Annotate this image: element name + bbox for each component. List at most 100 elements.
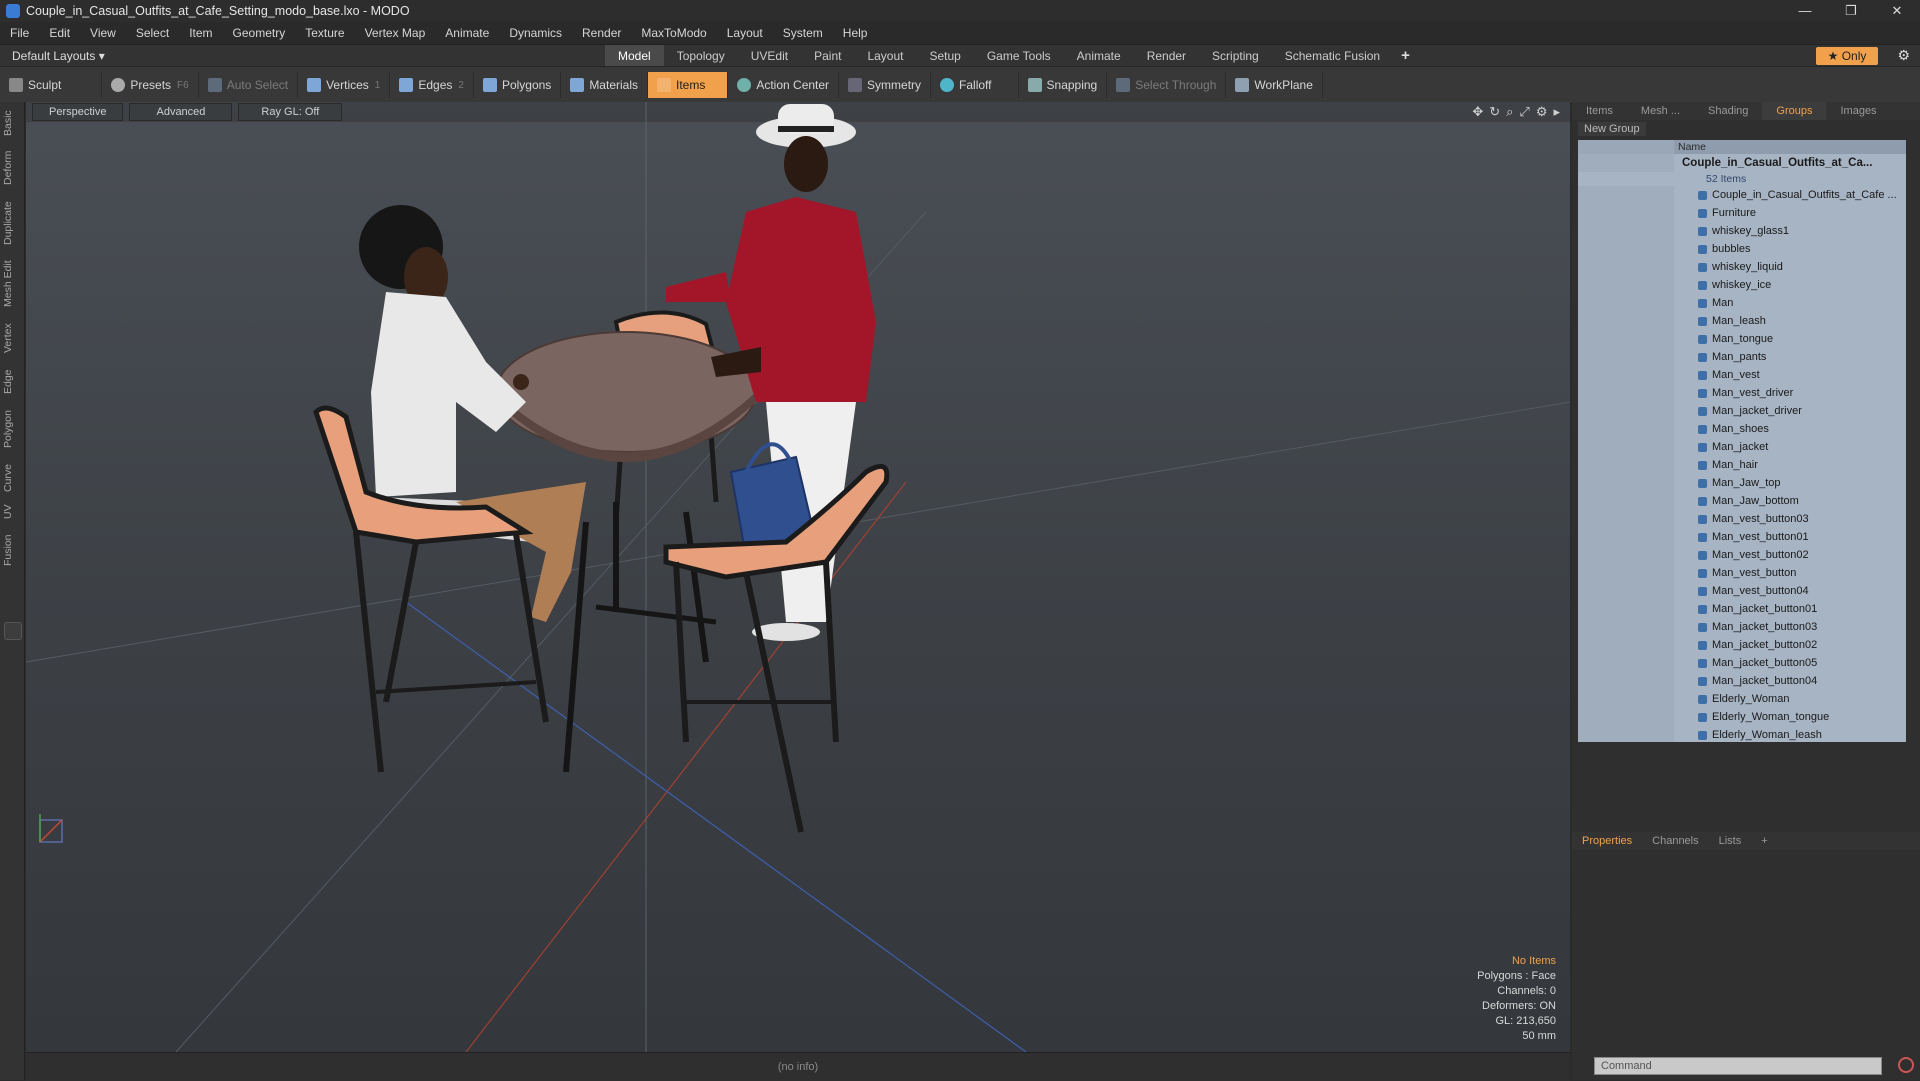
add-panel-tab-button[interactable]: + [1751,832,1777,850]
visibility-toggle[interactable] [1578,402,1674,420]
tree-item-row[interactable]: Couple_in_Casual_Outfits_at_Cafe ... [1578,186,1906,204]
vtab-vertex[interactable]: Vertex [2,318,22,358]
visibility-toggle[interactable] [1578,492,1674,510]
tab-layout[interactable]: Layout [854,45,916,67]
tab-channels[interactable]: Channels [1642,832,1708,850]
visibility-toggle[interactable] [1578,528,1674,546]
vtab-deform[interactable]: Deform [2,148,22,188]
visibility-toggle[interactable] [1578,348,1674,366]
vtab-mesh-edit[interactable]: Mesh Edit [2,258,22,310]
tree-item-row[interactable]: whiskey_glass1 [1578,222,1906,240]
vtab-duplicate[interactable]: Duplicate [2,198,22,248]
tab-topology[interactable]: Topology [664,45,738,67]
visibility-toggle[interactable] [1578,330,1674,348]
visibility-toggle[interactable] [1578,510,1674,528]
tree-item-row[interactable]: Man_Jaw_bottom [1578,492,1906,510]
tree-item-row[interactable]: Man_hair [1578,456,1906,474]
visibility-toggle[interactable] [1578,276,1674,294]
group-row[interactable]: Couple_in_Casual_Outfits_at_Ca... [1578,154,1906,172]
tab-schematic-fusion[interactable]: Schematic Fusion [1272,45,1393,67]
symmetry-button[interactable]: Symmetry [839,72,932,98]
snapping-button[interactable]: Snapping [1019,72,1108,98]
polygons-button[interactable]: Polygons [474,72,562,98]
tree-item-row[interactable]: Man_jacket_button02 [1578,636,1906,654]
visibility-toggle[interactable] [1578,420,1674,438]
tree-item-row[interactable]: Man [1578,294,1906,312]
vtab-basic[interactable]: Basic [2,106,22,140]
tree-item-row[interactable]: Man_shoes [1578,420,1906,438]
visibility-toggle[interactable] [1578,636,1674,654]
tree-item-row[interactable]: Man_leash [1578,312,1906,330]
visibility-toggle[interactable] [1578,366,1674,384]
tree-item-row[interactable]: Man_Jaw_top [1578,474,1906,492]
gear-icon[interactable]: ⚙ [1897,47,1910,64]
select-through-button[interactable]: Select Through [1107,72,1227,98]
tree-item-row[interactable]: Elderly_Woman_tongue [1578,708,1906,726]
tab-animate[interactable]: Animate [1064,45,1134,67]
tree-item-row[interactable]: whiskey_ice [1578,276,1906,294]
tree-item-row[interactable]: Man_vest [1578,366,1906,384]
visibility-toggle[interactable] [1578,564,1674,582]
visibility-toggle[interactable] [1578,438,1674,456]
tree-item-row[interactable]: Man_vest_button04 [1578,582,1906,600]
tree-item-row[interactable]: Man_jacket [1578,438,1906,456]
tree-item-row[interactable]: Furniture [1578,204,1906,222]
menu-vertex-map[interactable]: Vertex Map [355,26,436,40]
auto-select-button[interactable]: Auto Select [199,72,299,98]
tree-item-row[interactable]: Elderly_Woman_leash [1578,726,1906,742]
name-column-header[interactable]: Name [1678,141,1706,153]
materials-button[interactable]: Materials [561,72,648,98]
visibility-toggle[interactable] [1578,690,1674,708]
menu-render[interactable]: Render [572,26,631,40]
tab-paint[interactable]: Paint [801,45,854,67]
minimize-button[interactable]: — [1782,0,1828,22]
visibility-toggle[interactable] [1578,600,1674,618]
tab-model[interactable]: Model [605,45,664,67]
visibility-toggle[interactable] [1578,204,1674,222]
vtab-edge[interactable]: Edge [2,366,22,398]
visibility-toggle[interactable] [1578,294,1674,312]
add-tab-button[interactable]: + [1393,45,1418,67]
tree-item-row[interactable]: bubbles [1578,240,1906,258]
tab-setup[interactable]: Setup [916,45,973,67]
vtab-curve[interactable]: Curve [2,460,22,496]
close-button[interactable]: ✕ [1874,0,1920,22]
visibility-toggle[interactable] [1578,726,1674,742]
visibility-toggle[interactable] [1578,582,1674,600]
menu-system[interactable]: System [773,26,833,40]
eye-icon[interactable] [1578,154,1674,172]
tree-item-row[interactable]: Man_jacket_driver [1578,402,1906,420]
edges-button[interactable]: Edges 2 [390,72,474,98]
menu-texture[interactable]: Texture [295,26,354,40]
visibility-toggle[interactable] [1578,186,1674,204]
tab-render[interactable]: Render [1134,45,1199,67]
vtab-uv[interactable]: UV [2,502,22,522]
tree-item-row[interactable]: Man_vest_button [1578,564,1906,582]
tab-game-tools[interactable]: Game Tools [974,45,1064,67]
menu-select[interactable]: Select [126,26,179,40]
tab-properties[interactable]: Properties [1572,832,1642,850]
tree-item-row[interactable]: Man_jacket_button03 [1578,618,1906,636]
visibility-toggle[interactable] [1578,240,1674,258]
tab-uvedit[interactable]: UVEdit [738,45,801,67]
new-group-button[interactable]: New Group [1578,122,1646,136]
group-tree[interactable]: Name Couple_in_Casual_Outfits_at_Ca... 5… [1578,140,1906,742]
menu-file[interactable]: File [0,26,39,40]
maximize-button[interactable]: ❐ [1828,0,1874,22]
visibility-toggle[interactable] [1578,672,1674,690]
tree-item-row[interactable]: Man_vest_button01 [1578,528,1906,546]
tab-lists[interactable]: Lists [1709,832,1752,850]
visibility-toggle[interactable] [1578,474,1674,492]
vertices-button[interactable]: Vertices 1 [298,72,391,98]
menu-item[interactable]: Item [179,26,222,40]
visibility-toggle[interactable] [1578,258,1674,276]
tree-item-row[interactable]: Man_vest_button02 [1578,546,1906,564]
layout-dropdown[interactable]: Default Layouts ▾ [12,49,105,63]
tree-item-row[interactable]: Man_jacket_button01 [1578,600,1906,618]
visibility-toggle[interactable] [1578,654,1674,672]
visibility-toggle[interactable] [1578,312,1674,330]
vtab-fusion[interactable]: Fusion [2,530,22,570]
falloff-button[interactable]: Falloff [931,72,1019,98]
menu-animate[interactable]: Animate [435,26,499,40]
tree-item-row[interactable]: whiskey_liquid [1578,258,1906,276]
